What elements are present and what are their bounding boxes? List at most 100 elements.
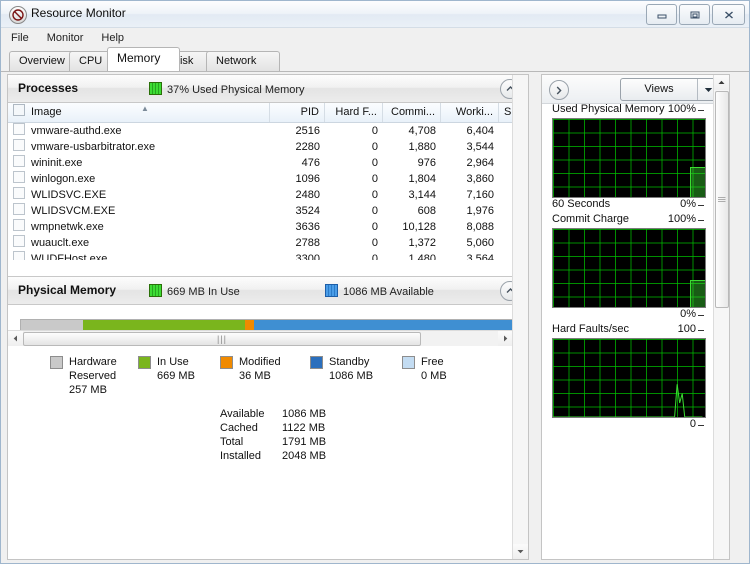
graph-min-label: 0 (689, 418, 696, 430)
expand-panel-button[interactable] (549, 80, 569, 100)
cell-working-set: 3,544 (466, 141, 494, 153)
cell-working-set: 5,060 (466, 237, 494, 249)
menu-item-help[interactable]: Help (101, 32, 124, 44)
cell-commit: 3,144 (408, 189, 436, 201)
table-row[interactable]: WLIDSVCM.EXE 3524 0 608 1,976 (8, 203, 528, 219)
row-checkbox[interactable] (13, 139, 25, 151)
stat-key: Cached (220, 422, 258, 434)
cell-working-set: 3,860 (466, 173, 494, 185)
cell-commit: 4,708 (408, 125, 436, 137)
legend-swatch-icon (220, 356, 233, 369)
graph-panel-scrollbar[interactable]: ||| (713, 75, 729, 559)
row-checkbox[interactable] (13, 155, 25, 167)
graph-scrollbar-thumb[interactable]: ||| (715, 91, 729, 308)
resource-monitor-window: Resource Monitor File Monitor Help Overv… (0, 0, 750, 564)
tab-network[interactable]: Network (206, 51, 280, 71)
stat-row: Cached 1122 MB (220, 421, 516, 435)
table-row[interactable]: vmware-authd.exe 2516 0 4,708 6,404 (8, 123, 528, 139)
table-row[interactable]: WLIDSVC.EXE 2480 0 3,144 7,160 (8, 187, 528, 203)
graph-footer: 0 (552, 418, 706, 433)
select-all-checkbox[interactable] (13, 104, 25, 116)
scroll-right-arrow-icon[interactable] (498, 331, 513, 346)
processes-horizontal-scrollbar[interactable]: ||| (8, 330, 513, 346)
processes-header[interactable]: Processes 37% Used Physical Memory (8, 75, 528, 103)
table-row[interactable]: wuauclt.exe 2788 0 1,372 5,060 (8, 235, 528, 251)
available-swatch-icon (325, 284, 338, 297)
restore-button[interactable] (679, 4, 710, 25)
row-checkbox[interactable] (13, 219, 25, 231)
row-checkbox[interactable] (13, 187, 25, 199)
graph-tick-icon (698, 315, 704, 316)
legend-text: Standby 1086 MB (329, 356, 374, 382)
legend-swatch-icon (310, 356, 323, 369)
cell-hard-faults: 0 (371, 205, 378, 217)
graph-area (689, 280, 705, 307)
menu-item-monitor[interactable]: Monitor (47, 32, 84, 44)
physical-memory-header[interactable]: Physical Memory 669 MB In Use 1086 MB Av… (8, 276, 528, 305)
left-pane-vertical-scrollbar[interactable] (512, 75, 528, 559)
cell-pid: 2280 (295, 141, 320, 153)
close-button[interactable] (712, 4, 745, 25)
table-row[interactable]: wmpnetwk.exe 3636 0 10,128 8,088 (8, 219, 528, 235)
scrollbar-grip-icon: ||| (216, 334, 227, 344)
stat-value: 1122 MB (282, 422, 326, 434)
graph-block: Commit Charge 100% 0% (542, 213, 716, 323)
tab-strip: Overview CPU Memory Disk Network (1, 47, 749, 72)
table-row[interactable]: vmware-usbarbitrator.exe 2280 0 1,880 3,544 (8, 139, 528, 155)
window-controls (646, 4, 745, 25)
graph-area (689, 167, 705, 197)
legend-text: Free 0 MB (421, 356, 447, 382)
title-bar[interactable]: Resource Monitor (1, 1, 749, 28)
graph-footer: 60 Seconds 0% (552, 198, 706, 213)
horizontal-scroll-track[interactable]: ||| (23, 331, 498, 346)
column-header-working[interactable]: Worki... (441, 103, 499, 122)
row-checkbox[interactable] (13, 235, 25, 247)
graph-grid (553, 229, 705, 307)
menu-item-file[interactable]: File (11, 32, 29, 44)
graph-min-label: 0% (680, 198, 696, 210)
column-header-pid[interactable]: PID (270, 103, 325, 122)
cell-image: WLIDSVCM.EXE (8, 203, 270, 219)
cell-hard-faults: 0 (371, 141, 378, 153)
graph-scroll-up-arrow-icon[interactable] (714, 75, 729, 90)
row-checkbox[interactable] (13, 203, 25, 215)
tab-memory[interactable]: Memory (107, 47, 180, 71)
column-header-commit[interactable]: Commi... (383, 103, 441, 122)
processes-section: Processes 37% Used Physical Memory Image… (8, 75, 528, 346)
minimize-button[interactable] (646, 4, 677, 25)
cell-commit: 1,880 (408, 141, 436, 153)
cell-hard-faults: 0 (371, 253, 378, 260)
graph-title: Used Physical Memory (552, 103, 665, 115)
left-pane-scroll-down-arrow-icon[interactable] (513, 544, 528, 559)
cell-pid: 3524 (295, 205, 320, 217)
table-row[interactable]: WUDFHost.exe 3300 0 1,480 3,564 (8, 251, 528, 260)
cell-pid: 2480 (295, 189, 320, 201)
column-header-image[interactable]: Image (8, 103, 270, 122)
graph-max-label: 100% (667, 103, 696, 115)
graph-scrollbar-grip-icon: ||| (717, 196, 727, 203)
views-button[interactable]: Views (620, 78, 719, 101)
column-header-hard-faults[interactable]: Hard F... (325, 103, 383, 122)
cell-commit: 1,372 (408, 237, 436, 249)
legend-item: Modified 36 MB (220, 355, 310, 397)
scroll-left-arrow-icon[interactable] (8, 331, 23, 346)
stat-row: Installed 2048 MB (220, 449, 516, 463)
cell-working-set: 8,088 (466, 221, 494, 233)
cell-image: wuauclt.exe (8, 235, 270, 251)
physical-memory-section: Physical Memory 669 MB In Use 1086 MB Av… (8, 276, 528, 463)
table-row[interactable]: winlogon.exe 1096 0 1,804 3,860 (8, 171, 528, 187)
row-checkbox[interactable] (13, 171, 25, 183)
cell-hard-faults: 0 (371, 189, 378, 201)
menu-bar: File Monitor Help (1, 28, 749, 48)
table-row[interactable]: wininit.exe 476 0 976 2,964 (8, 155, 528, 171)
graph-canvas (552, 338, 706, 418)
graph-canvas (552, 118, 706, 198)
cell-working-set: 2,964 (466, 157, 494, 169)
stat-key: Available (220, 408, 265, 420)
memory-legend: Hardware Reserved 257 MB In Use 669 MB Modifi… (20, 345, 516, 397)
stat-value: 1791 MB (282, 436, 327, 448)
row-checkbox[interactable] (13, 251, 25, 260)
horizontal-scrollbar-thumb[interactable]: ||| (23, 332, 421, 346)
row-checkbox[interactable] (13, 123, 25, 135)
cell-image: vmware-authd.exe (8, 123, 270, 139)
